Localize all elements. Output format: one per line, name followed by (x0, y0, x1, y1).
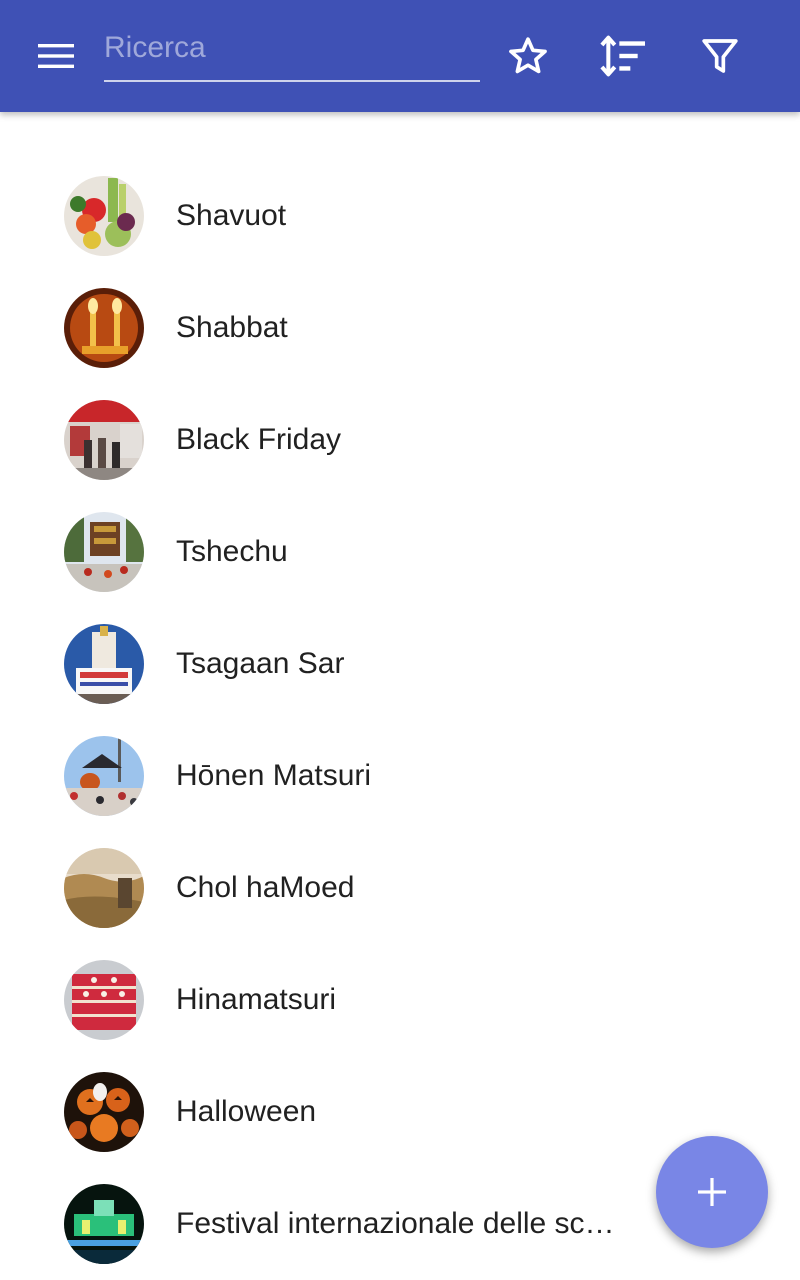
avatar (64, 1184, 144, 1264)
avatar (64, 400, 144, 480)
menu-icon (38, 44, 74, 68)
list-item-label: Shabbat (176, 311, 288, 344)
list-item-label: Shavuot (176, 199, 287, 232)
avatar (64, 736, 144, 816)
avatar (64, 848, 144, 928)
list-item[interactable]: Hinamatsuri (0, 944, 800, 1056)
list-item[interactable]: Hōnen Matsuri (0, 720, 800, 832)
avatar (64, 960, 144, 1040)
add-button[interactable] (656, 1136, 768, 1248)
avatar (64, 288, 144, 368)
avatar (64, 512, 144, 592)
list-item-label: Festival internazionale delle sculture d… (176, 1207, 616, 1240)
star-outline-icon (509, 37, 547, 74)
list-item[interactable]: Chol haMoed (0, 832, 800, 944)
filter-icon (702, 39, 738, 73)
list-item-label: Black Friday (176, 423, 342, 456)
list-item-label: Tshechu (176, 535, 288, 568)
avatar (64, 176, 144, 256)
list-item-label: Tsagaan Sar (176, 647, 345, 680)
search-field (104, 20, 480, 82)
list-item-label: Halloween (176, 1095, 317, 1128)
celebrations-list: Shavuot Shabbat Black Friday Tshechu Tsa… (0, 160, 800, 1280)
menu-button[interactable] (24, 28, 88, 84)
list-item-label: Hōnen Matsuri (176, 759, 372, 792)
sort-button[interactable] (595, 28, 651, 84)
avatar (64, 1072, 144, 1152)
filter-button[interactable] (692, 28, 748, 84)
avatar (64, 624, 144, 704)
app-bar (0, 0, 800, 112)
list-item[interactable]: Black Friday (0, 384, 800, 496)
list-item-label: Chol haMoed (176, 871, 355, 904)
favorites-button[interactable] (500, 28, 556, 84)
list-item[interactable]: Tshechu (0, 496, 800, 608)
plus-icon (698, 1178, 726, 1206)
list-item[interactable]: Shabbat (0, 272, 800, 384)
sort-icon (600, 35, 645, 77)
search-input[interactable] (104, 20, 480, 76)
list-item[interactable]: Shavuot (0, 160, 800, 272)
list-item[interactable]: Tsagaan Sar (0, 608, 800, 720)
list-item-label: Hinamatsuri (176, 983, 337, 1016)
